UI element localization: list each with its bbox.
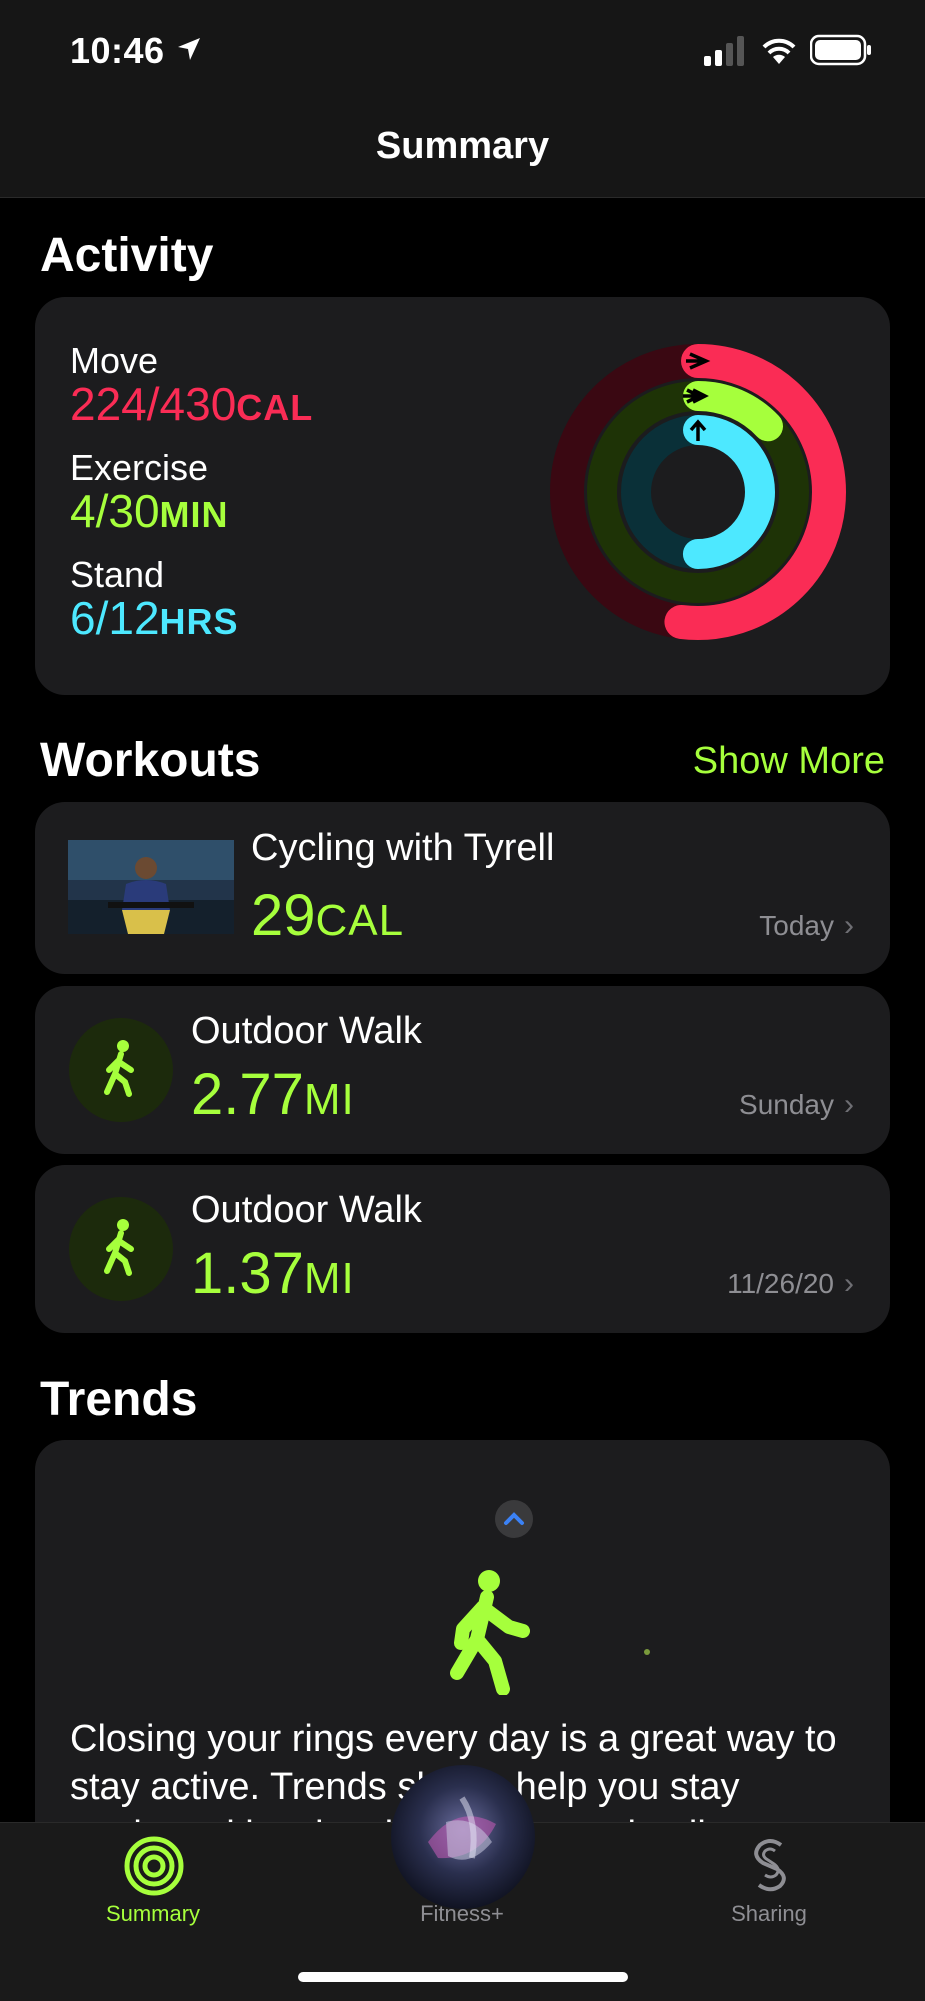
exercise-value: 4/30MIN (70, 485, 229, 537)
chevron-right-icon: › (844, 1088, 854, 1121)
workout-title: Outdoor Walk (191, 1010, 422, 1052)
page-title: Summary (375, 125, 550, 167)
workout-row-cycling[interactable]: Cycling with Tyrell 29CAL Today › (35, 802, 890, 974)
workouts-section-title: Workouts (40, 734, 261, 787)
workout-title: Cycling with Tyrell (251, 827, 555, 869)
workout-value: 1.37MI (191, 1241, 355, 1306)
location-arrow-icon (178, 38, 200, 60)
battery-icon (810, 34, 871, 66)
workout-title: Outdoor Walk (191, 1189, 422, 1231)
decorative-dot (644, 1649, 650, 1655)
trend-up-badge-icon (495, 1500, 533, 1538)
walking-figure-icon (450, 1570, 530, 1695)
walk-icon (69, 1197, 173, 1301)
cellular-signal-icon (704, 36, 744, 66)
workout-date: Today › (759, 909, 854, 942)
status-time: 10:46 (70, 30, 165, 71)
workout-row-walk-2[interactable]: Outdoor Walk 1.37MI 11/26/20 › (35, 1165, 890, 1333)
activity-rings-icon (124, 1836, 184, 1896)
sharing-icon (754, 1839, 786, 1892)
tab-sharing-label: Sharing (731, 1901, 807, 1926)
siri-orb-icon[interactable] (388, 1762, 538, 1912)
stand-label: Stand (70, 554, 165, 595)
chevron-right-icon: › (844, 909, 854, 942)
navigation-header: 10:46 Summary (0, 0, 925, 198)
workout-value: 29CAL (251, 883, 405, 948)
home-indicator (298, 1972, 628, 1982)
walk-icon (69, 1018, 173, 1122)
exercise-label: Exercise (70, 447, 209, 488)
show-more-link[interactable]: Show More (693, 740, 885, 783)
activity-section-title: Activity (40, 229, 214, 282)
wifi-icon (762, 38, 796, 64)
move-value: 224/430CAL (70, 378, 314, 430)
tab-summary-label: Summary (105, 1901, 201, 1926)
workout-date: Sunday › (739, 1088, 854, 1121)
trends-section-title: Trends (40, 1373, 198, 1426)
move-label: Move (70, 340, 159, 381)
workout-date: 11/26/20 › (727, 1267, 854, 1300)
workout-value: 2.77MI (191, 1062, 355, 1127)
workout-row-walk-1[interactable]: Outdoor Walk 2.77MI Sunday › (35, 986, 890, 1154)
workout-video-thumbnail (68, 840, 234, 934)
activity-rings (550, 344, 846, 640)
chevron-right-icon: › (844, 1267, 854, 1300)
activity-card[interactable]: Move 224/430CAL Exercise 4/30MIN Stand 6… (35, 297, 890, 695)
stand-value: 6/12HRS (70, 592, 239, 644)
